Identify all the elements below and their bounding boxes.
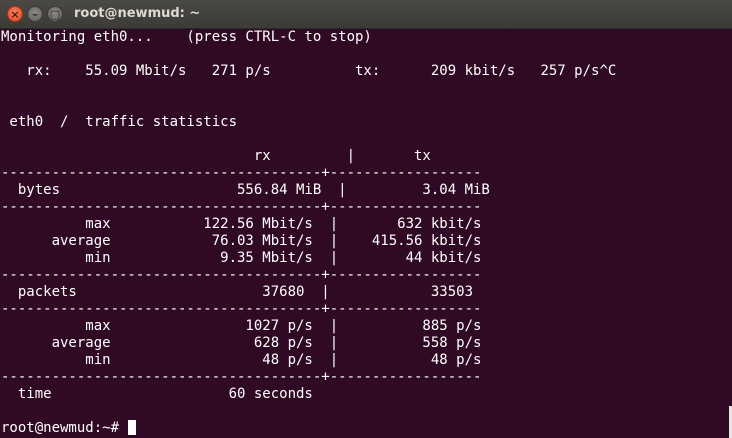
prompt-line[interactable]: root@newmud:~# <box>1 420 732 437</box>
minimize-icon: – <box>32 8 38 21</box>
close-icon: × <box>10 8 20 21</box>
terminal-line: average 76.03 Mbit/s | 415.56 kbit/s <box>1 233 482 249</box>
terminal-line: packets 37680 | 33503 <box>1 284 474 300</box>
maximize-button[interactable]: □ <box>47 6 63 22</box>
terminal-line: Monitoring eth0... (press CTRL-C to stop… <box>1 29 372 45</box>
terminal-window: × – □ root@newmud: ~ Monitoring eth0... … <box>0 0 732 438</box>
terminal-line: --------------------------------------+-… <box>1 199 482 215</box>
terminal-line: --------------------------------------+-… <box>1 267 482 283</box>
terminal-line: max 122.56 Mbit/s | 632 kbit/s <box>1 216 482 232</box>
title-bar[interactable]: × – □ root@newmud: ~ <box>0 0 732 29</box>
terminal-line: bytes 556.84 MiB | 3.04 MiB <box>1 182 490 198</box>
text-cursor <box>128 420 137 435</box>
terminal-line: min 48 p/s | 48 p/s <box>1 352 482 368</box>
close-button[interactable]: × <box>7 6 23 22</box>
terminal-line: rx | tx <box>1 148 431 164</box>
terminal-line: max 1027 p/s | 885 p/s <box>1 318 482 334</box>
terminal-line: --------------------------------------+-… <box>1 165 482 181</box>
terminal-line: rx: 55.09 Mbit/s 271 p/s tx: 209 kbit/s … <box>1 63 617 79</box>
window-title: root@newmud: ~ <box>74 6 201 21</box>
terminal-line: --------------------------------------+-… <box>1 369 482 385</box>
terminal-line: --------------------------------------+-… <box>1 301 482 317</box>
shell-prompt: root@newmud:~# <box>1 420 128 436</box>
maximize-icon: □ <box>49 8 61 21</box>
terminal-line: eth0 / traffic statistics <box>1 114 238 130</box>
terminal-line: min 9.35 Mbit/s | 44 kbit/s <box>1 250 482 266</box>
terminal-line: time 60 seconds <box>1 386 313 402</box>
terminal-output[interactable]: Monitoring eth0... (press CTRL-C to stop… <box>1 29 732 437</box>
minimize-button[interactable]: – <box>27 6 43 22</box>
terminal-line: average 628 p/s | 558 p/s <box>1 335 482 351</box>
